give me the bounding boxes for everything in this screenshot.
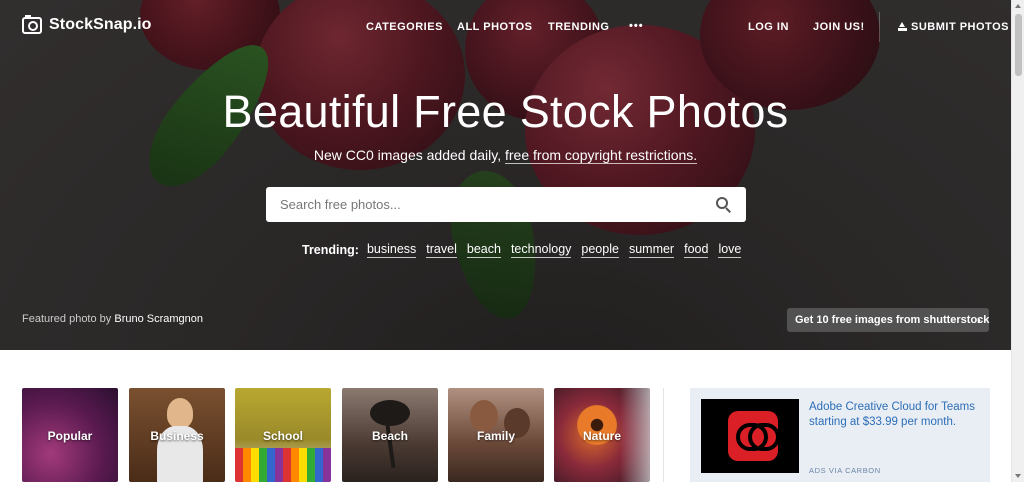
carbon-ad[interactable]: Adobe Creative Cloud for Teams starting …	[690, 388, 990, 482]
category-label: Beach	[371, 429, 409, 443]
scrollbar-thumb[interactable]	[1015, 14, 1022, 76]
upload-icon	[898, 22, 907, 31]
trending-tag-love[interactable]: love	[718, 242, 742, 258]
ad-image[interactable]	[701, 399, 799, 473]
category-label: School	[262, 429, 303, 443]
scroll-up-arrow-icon[interactable]	[1015, 4, 1021, 8]
scroll-down-arrow-icon[interactable]	[1015, 474, 1021, 478]
trending-tag-summer[interactable]: summer	[628, 242, 675, 258]
nav-trending[interactable]: TRENDING	[548, 21, 609, 33]
category-tile-popular[interactable]: Popular	[22, 388, 118, 482]
trending-tag-people[interactable]: people	[581, 242, 619, 258]
category-image-detail	[370, 400, 410, 426]
nav-join-us[interactable]: JOIN US!	[813, 21, 865, 33]
category-image-detail	[235, 448, 331, 482]
trending-tag-beach[interactable]: beach	[466, 242, 501, 258]
submit-photos-button[interactable]: SUBMIT PHOTOS	[898, 21, 1009, 33]
featured-label: Featured photo by	[22, 313, 112, 325]
category-label: Family	[476, 429, 515, 443]
category-image-detail	[470, 400, 498, 432]
nav-log-in[interactable]: LOG IN	[748, 21, 789, 33]
top-nav: StockSnap.io CATEGORIES ALL PHOTOS TREND…	[0, 0, 1011, 52]
category-tile-school[interactable]: School	[235, 388, 331, 482]
featured-author-link[interactable]: Bruno Scramgnon	[114, 313, 203, 325]
vertical-scrollbar[interactable]	[1011, 0, 1024, 482]
hero-title: Beautiful Free Stock Photos	[222, 86, 789, 137]
search-icon[interactable]	[716, 197, 732, 213]
camera-icon	[22, 14, 42, 34]
chevron-right-icon: ›	[977, 313, 981, 327]
category-label: Business	[150, 429, 204, 443]
category-label: Popular	[47, 429, 93, 443]
featured-photo-credit: Featured photo by Bruno Scramgnon	[22, 313, 203, 325]
logo-text: StockSnap.io	[49, 16, 152, 33]
ad-via-carbon-link[interactable]: ADS VIA CARBON	[809, 466, 881, 475]
copyright-link[interactable]: free from copyright restrictions.	[505, 147, 698, 164]
nav-categories[interactable]: CATEGORIES	[366, 21, 443, 33]
search-input[interactable]	[266, 187, 706, 222]
category-tile-family[interactable]: Family	[448, 388, 544, 482]
trending-tags: Trending: business travel beach technolo…	[302, 242, 742, 258]
nav-divider	[879, 12, 880, 42]
site-logo[interactable]: StockSnap.io	[22, 14, 152, 34]
adobe-creative-cloud-icon	[728, 411, 780, 461]
trending-tag-business[interactable]: business	[366, 242, 417, 258]
search-bar	[266, 187, 746, 222]
hero-overlay	[0, 0, 1011, 350]
submit-photos-label: SUBMIT PHOTOS	[911, 21, 1009, 33]
category-tile-business[interactable]: Business	[129, 388, 225, 482]
trending-label: Trending:	[302, 243, 359, 257]
trending-tag-food[interactable]: food	[684, 242, 709, 258]
shutterstock-button[interactable]: Get 10 free images from shutterstock ›	[787, 308, 989, 332]
category-image-detail	[167, 398, 193, 428]
search-icon-handle	[725, 207, 731, 213]
category-tile-beach[interactable]: Beach	[342, 388, 438, 482]
ad-text-link[interactable]: Adobe Creative Cloud for Teams starting …	[809, 400, 979, 430]
shutterstock-button-label: Get 10 free images from shutterstock	[795, 314, 990, 326]
hero-banner: StockSnap.io CATEGORIES ALL PHOTOS TREND…	[0, 0, 1011, 350]
nav-all-photos[interactable]: ALL PHOTOS	[457, 21, 533, 33]
hero-subtitle: New CC0 images added daily, free from co…	[0, 147, 1011, 164]
more-menu-icon[interactable]: •••	[629, 20, 644, 32]
hero-subtitle-text: New CC0 images added daily,	[313, 147, 505, 163]
trending-tag-technology[interactable]: technology	[510, 242, 572, 258]
page: StockSnap.io CATEGORIES ALL PHOTOS TREND…	[0, 0, 1011, 482]
trending-tag-travel[interactable]: travel	[426, 242, 457, 258]
section-divider	[663, 388, 664, 482]
